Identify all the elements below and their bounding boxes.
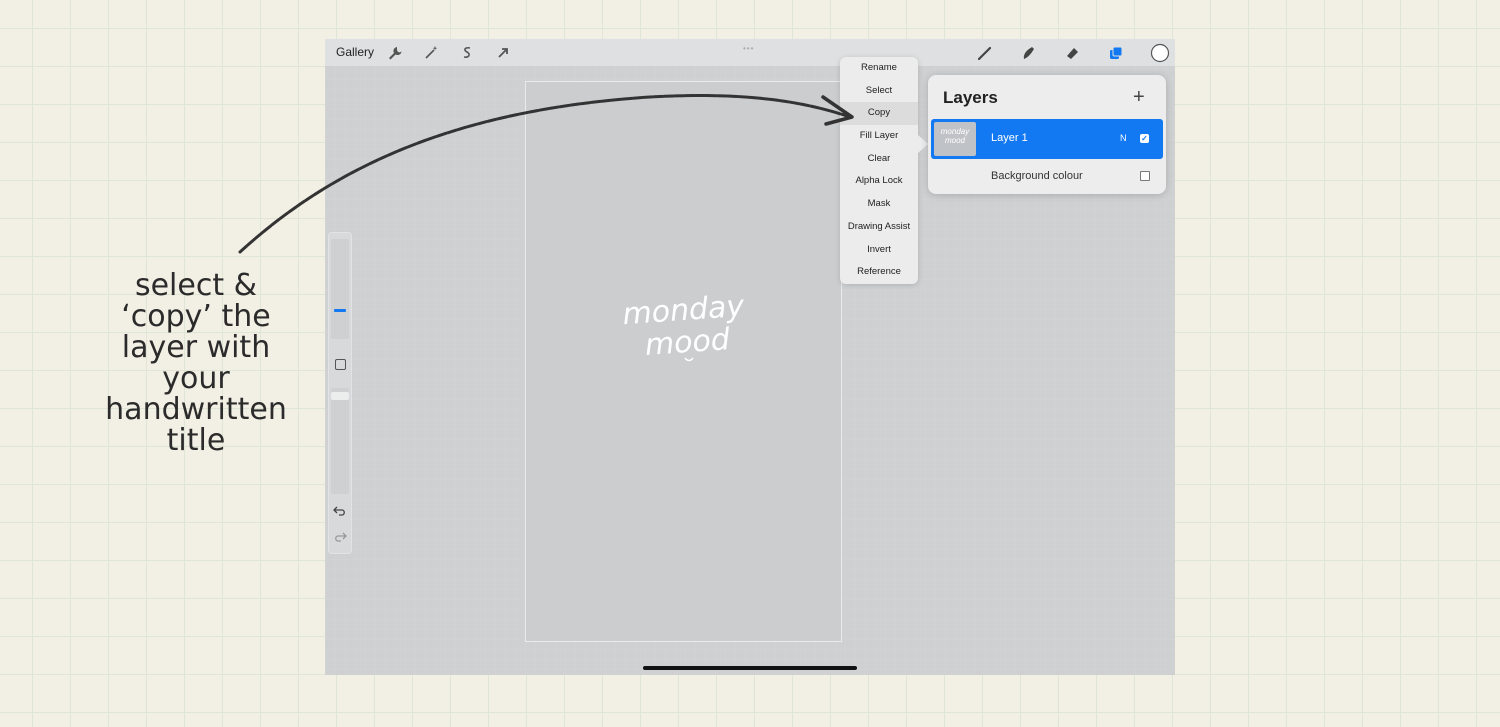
undo-icon[interactable] xyxy=(333,505,347,517)
modify-square-button[interactable] xyxy=(335,359,346,370)
menu-item-mask[interactable]: Mask xyxy=(840,193,918,216)
caption-line: title xyxy=(166,423,226,458)
layers-panel: Layers + monday mood Layer 1 N ✓ Backgro… xyxy=(928,75,1166,194)
drawing-canvas[interactable]: monday mood xyxy=(525,81,842,642)
caption-line: your xyxy=(162,361,230,396)
menu-item-fill-layer[interactable]: Fill Layer xyxy=(840,125,918,148)
layer-row-background[interactable]: Background colour xyxy=(928,165,1166,187)
caption-line: handwritten xyxy=(105,392,287,427)
menu-item-select[interactable]: Select xyxy=(840,80,918,103)
brush-size-thumb[interactable] xyxy=(334,309,346,312)
top-toolbar: Gallery ••• xyxy=(325,39,1175,66)
menu-item-clear[interactable]: Clear xyxy=(840,148,918,171)
side-toolbar xyxy=(328,232,352,554)
layer-name: Layer 1 xyxy=(991,132,1028,144)
menu-pointer xyxy=(918,135,928,153)
redo-icon[interactable] xyxy=(333,531,347,543)
opacity-thumb[interactable] xyxy=(331,392,349,400)
layers-title: Layers xyxy=(943,88,998,107)
procreate-screen: Gallery ••• monday mood Rename Select Co… xyxy=(325,39,1175,675)
thumbnail-line-1: monday xyxy=(940,127,970,136)
brush-size-slider[interactable] xyxy=(331,239,349,339)
layer-thumbnail[interactable]: monday mood xyxy=(934,122,976,156)
smudge-icon[interactable] xyxy=(1020,45,1036,61)
background-visibility-checkbox[interactable] xyxy=(1140,171,1150,181)
background-layer-name: Background colour xyxy=(991,170,1083,182)
gallery-button[interactable]: Gallery xyxy=(336,45,374,59)
caption-line: layer with xyxy=(121,330,271,365)
layer-visibility-checkbox[interactable]: ✓ xyxy=(1140,134,1149,143)
opacity-slider[interactable] xyxy=(331,388,349,494)
thumbnail-text: monday mood xyxy=(935,127,975,145)
thumbnail-line-2: mood xyxy=(944,136,965,145)
menu-item-rename[interactable]: Rename xyxy=(840,57,918,80)
transform-arrow-icon[interactable] xyxy=(495,45,511,61)
caption-line: ‘copy’ the xyxy=(121,299,271,334)
layers-icon[interactable] xyxy=(1108,45,1124,61)
wrench-icon[interactable] xyxy=(387,45,403,61)
menu-item-invert[interactable]: Invert xyxy=(840,239,918,262)
eraser-icon[interactable] xyxy=(1064,45,1080,61)
instruction-caption: select & ‘copy’ the layer with your hand… xyxy=(86,270,306,456)
add-layer-button[interactable]: + xyxy=(1133,87,1145,107)
menu-item-drawing-assist[interactable]: Drawing Assist xyxy=(840,216,918,239)
layer-row-layer-1[interactable]: monday mood Layer 1 N ✓ xyxy=(931,119,1163,159)
menu-item-alpha-lock[interactable]: Alpha Lock xyxy=(840,170,918,193)
color-circle-icon[interactable] xyxy=(1150,43,1170,63)
menu-item-reference[interactable]: Reference xyxy=(840,261,918,284)
caption-line: select & xyxy=(134,268,258,303)
menu-item-copy[interactable]: Copy xyxy=(840,102,918,126)
magic-wand-icon[interactable] xyxy=(423,45,439,61)
brush-icon[interactable] xyxy=(977,45,993,61)
selection-s-icon[interactable] xyxy=(459,45,475,61)
home-indicator[interactable] xyxy=(643,666,857,670)
handwritten-title: monday mood xyxy=(621,289,746,363)
layer-options-menu: Rename Select Copy Fill Layer Clear Alph… xyxy=(840,57,918,284)
handwriting-line-2: mood xyxy=(644,322,732,363)
blend-mode-button[interactable]: N xyxy=(1120,133,1127,143)
multitask-grabber[interactable]: ••• xyxy=(743,44,754,53)
